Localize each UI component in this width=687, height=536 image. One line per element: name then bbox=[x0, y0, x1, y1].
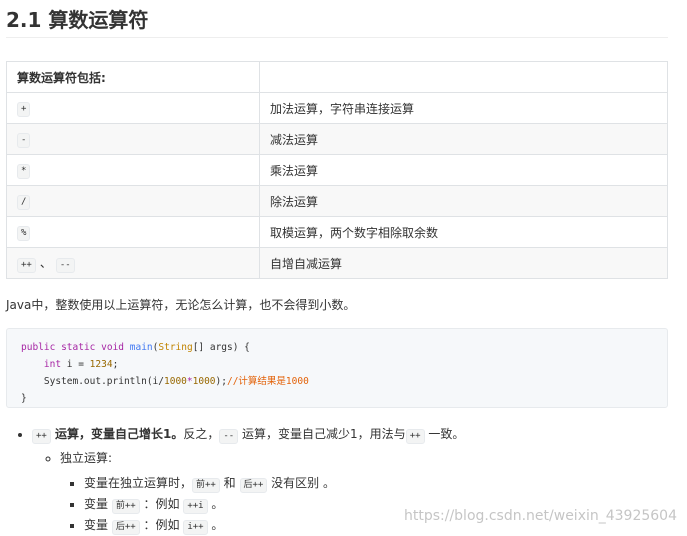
section-title: 2.1 算数运算符 bbox=[6, 8, 149, 32]
operator-code: % bbox=[17, 225, 31, 241]
list-item: ++ 运算，变量自己增长1。反之，-- 运算，变量自己减少1，用法与++ 一致。… bbox=[32, 424, 464, 536]
operator-code: + bbox=[17, 101, 31, 117]
code-number: 1000 bbox=[164, 376, 187, 387]
code-text: ; bbox=[112, 359, 119, 370]
operator-code: ++ bbox=[17, 257, 36, 273]
separator: 、 bbox=[39, 255, 52, 270]
code-block: public static void main(String[] args) {… bbox=[6, 328, 668, 408]
code-keyword: void bbox=[101, 342, 125, 353]
inline-code: 前++ bbox=[192, 478, 220, 493]
description-cell: 自增自减运算 bbox=[259, 247, 668, 279]
text: 一致。 bbox=[424, 427, 465, 441]
text: 反之， bbox=[183, 427, 220, 441]
text: 运算，变量自己减少1，用法与 bbox=[238, 427, 406, 441]
code-comment: //计算结果是1000 bbox=[226, 376, 309, 387]
code-text: } bbox=[21, 393, 27, 404]
operator-cell: / bbox=[6, 185, 260, 217]
inline-code: 后++ bbox=[111, 520, 140, 535]
table-header-cell-empty bbox=[259, 61, 668, 93]
description-cell: 减法运算 bbox=[259, 123, 668, 155]
code-text: i = bbox=[61, 359, 90, 370]
inline-code: -- bbox=[219, 429, 239, 444]
code-method: main bbox=[129, 342, 153, 353]
sub-list: 独立运算: 变量在独立运算时，前++ 和 后++ 没有区别 。 变量 前++ ：… bbox=[32, 448, 464, 536]
code-keyword: public bbox=[21, 342, 56, 353]
inline-code: i++ bbox=[183, 520, 208, 535]
operator-code: * bbox=[17, 163, 31, 179]
text: ：例如 bbox=[139, 497, 184, 511]
operator-code: - bbox=[17, 132, 31, 148]
code-type: String bbox=[158, 342, 193, 353]
operators-table: 算数运算符包括: + 加法运算，字符串连接运算 - 减法运算 * 乘法运算 / … bbox=[6, 61, 668, 279]
code-keyword: int bbox=[43, 359, 62, 370]
inline-code: 后++ bbox=[239, 478, 268, 493]
code-number: 1234 bbox=[89, 359, 113, 370]
bullet-list: ++ 运算，变量自己增长1。反之，-- 运算，变量自己减少1，用法与++ 一致。… bbox=[0, 424, 464, 536]
title-divider bbox=[6, 37, 668, 38]
description-cell: 取模运算，两个数字相除取余数 bbox=[259, 216, 668, 248]
inline-code: ++ bbox=[32, 429, 51, 444]
sub-label: 独立运算: bbox=[60, 451, 113, 465]
table-row: % 取模运算，两个数字相除取余数 bbox=[6, 216, 668, 248]
operator-code: -- bbox=[55, 257, 75, 273]
operator-code: / bbox=[17, 194, 31, 210]
sub-sub-list: 变量在独立运算时，前++ 和 后++ 没有区别 。 变量 前++ ：例如 ++i… bbox=[60, 473, 464, 536]
inline-code: ++ bbox=[405, 429, 425, 444]
table-row: - 减法运算 bbox=[6, 123, 668, 155]
inline-code: 前++ bbox=[111, 499, 140, 514]
inline-code: ++i bbox=[183, 499, 208, 514]
text: 没有区别 。 bbox=[267, 476, 335, 490]
text: 和 bbox=[219, 476, 240, 490]
text: 变量在独立运算时， bbox=[84, 476, 193, 490]
description-cell: 除法运算 bbox=[259, 185, 668, 217]
description-cell: 加法运算，字符串连接运算 bbox=[259, 92, 668, 124]
text: 变量 bbox=[84, 497, 112, 511]
table-row: * 乘法运算 bbox=[6, 154, 668, 186]
list-item: 变量在独立运算时，前++ 和 后++ 没有区别 。 bbox=[84, 473, 464, 494]
description-cell: 乘法运算 bbox=[259, 154, 668, 186]
operator-cell: + bbox=[6, 92, 260, 124]
table-header-row: 算数运算符包括: bbox=[6, 61, 668, 93]
bold-text: 运算，变量自己增长1。 bbox=[50, 427, 184, 441]
operator-cell: - bbox=[6, 123, 260, 155]
operator-cell: % bbox=[6, 216, 260, 248]
table-header-cell: 算数运算符包括: bbox=[6, 61, 260, 93]
operator-cell: * bbox=[6, 154, 260, 186]
code-text: ); bbox=[215, 376, 227, 387]
table-row: + 加法运算，字符串连接运算 bbox=[6, 92, 668, 124]
code-number: 1000 bbox=[192, 376, 216, 387]
table-row: / 除法运算 bbox=[6, 185, 668, 217]
operator-cell: ++、 -- bbox=[6, 247, 260, 279]
text: 。 bbox=[207, 497, 224, 511]
paragraph: Java中，整数使用以上运算符，无论怎么计算，也不会得到小数。 bbox=[6, 298, 356, 312]
table-row: ++、 -- 自增自减运算 bbox=[6, 247, 668, 279]
code-text: [] args) { bbox=[192, 342, 250, 353]
code-keyword: static bbox=[61, 342, 96, 353]
watermark: https://blog.csdn.net/weixin_43925604 bbox=[403, 508, 677, 524]
code-text: System.out.println(i/ bbox=[43, 376, 164, 387]
